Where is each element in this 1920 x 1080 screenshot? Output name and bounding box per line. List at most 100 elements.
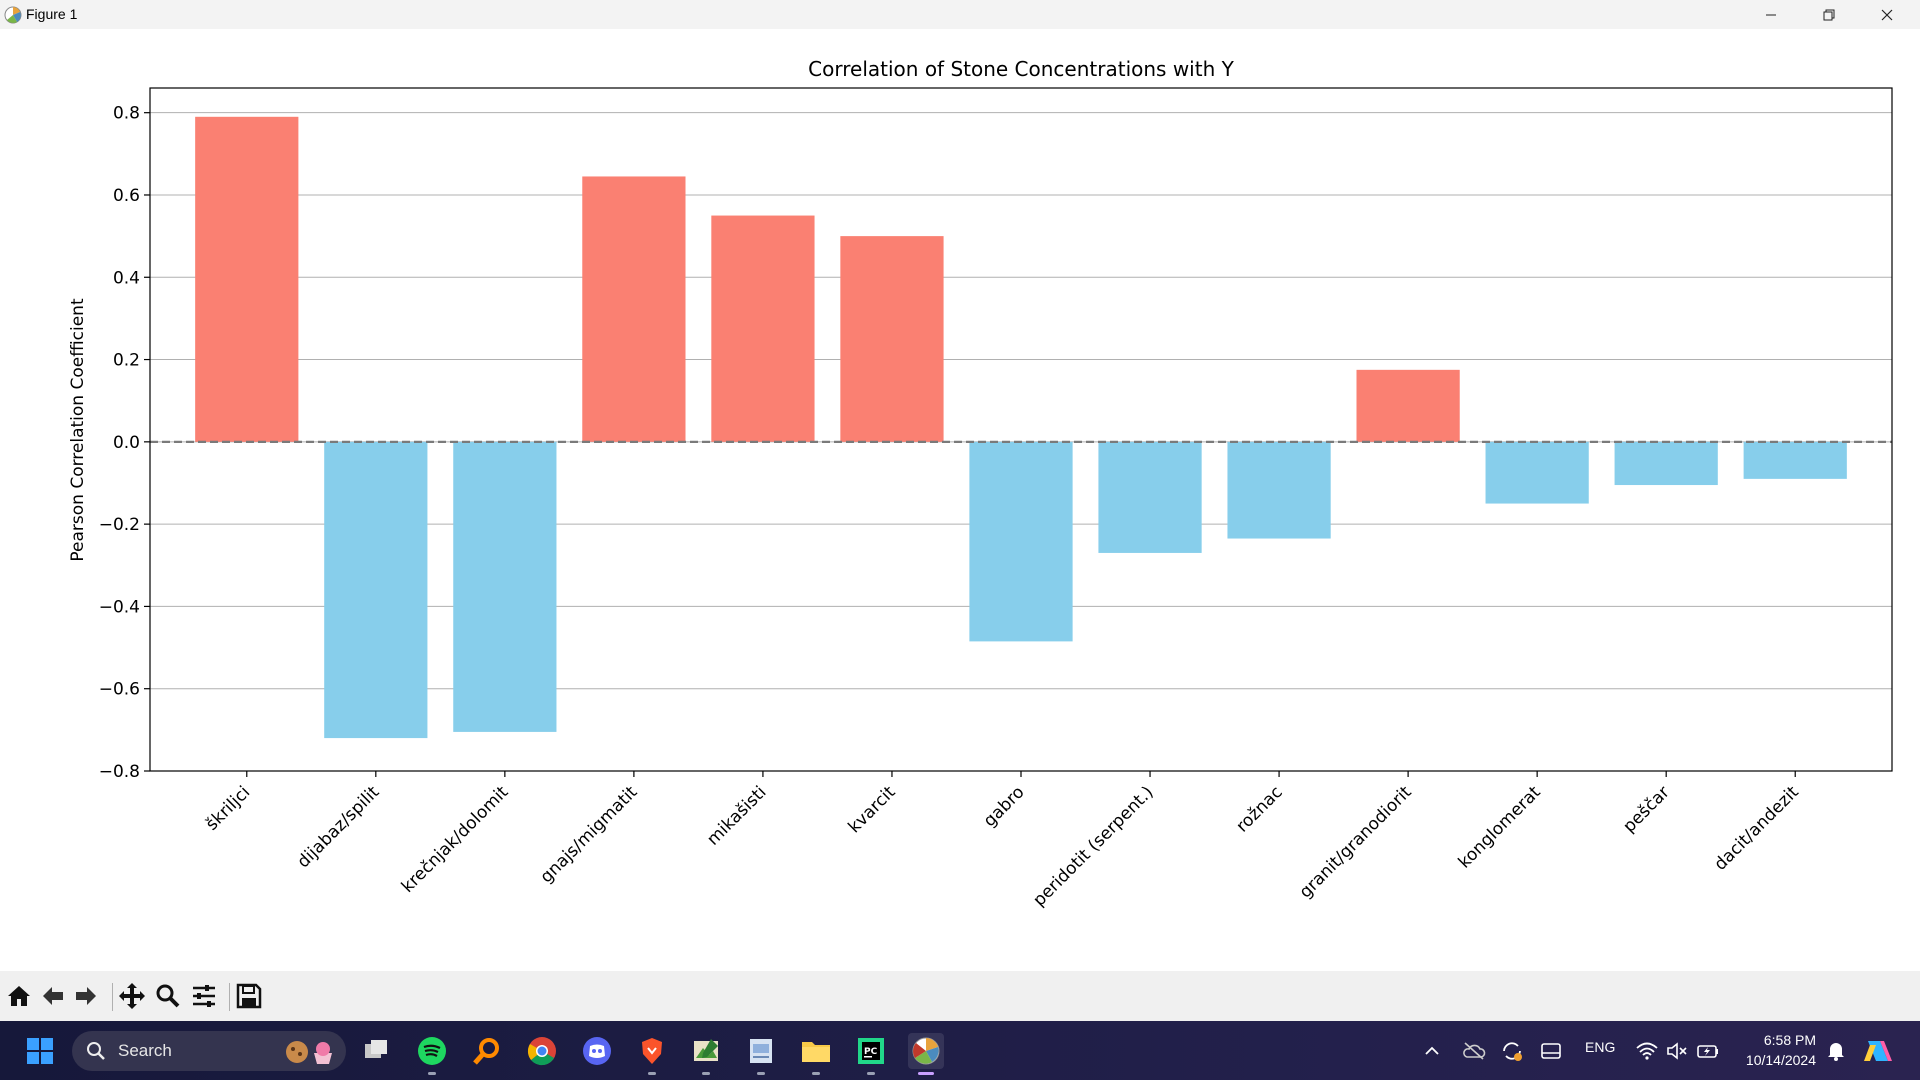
minimize-icon [1766, 14, 1776, 15]
windows-logo-icon [27, 1038, 53, 1064]
matplotlib-app-icon [4, 6, 22, 24]
taskbar-file-explorer[interactable] [798, 1033, 834, 1075]
x-tick-label: dacit/andezit [1711, 782, 1803, 874]
toolbar-separator [112, 983, 113, 1011]
x-tick-label: konglomerat [1455, 782, 1545, 872]
x-tick-label: rožnac [1233, 782, 1287, 836]
bar [1743, 441, 1847, 479]
wifi-icon[interactable] [1636, 1041, 1658, 1061]
brave-icon [642, 1038, 662, 1064]
bar [969, 441, 1073, 642]
battery-charging-icon[interactable] [1696, 1041, 1720, 1061]
taskbar-brave[interactable] [634, 1033, 670, 1075]
window-title: Figure 1 [26, 6, 78, 22]
zoom-icon [156, 984, 180, 1008]
search-highlight-icon [286, 1041, 332, 1064]
bar [1227, 441, 1331, 539]
y-tick-label: −0.6 [99, 680, 140, 700]
home-button[interactable] [4, 981, 34, 1011]
close-icon [1881, 9, 1893, 20]
save-icon [236, 983, 262, 1009]
document-viewer-icon [750, 1039, 772, 1063]
svg-text:PC: PC [864, 1047, 878, 1057]
home-icon [8, 986, 30, 1006]
language-indicator[interactable]: ENG [1585, 1039, 1615, 1055]
tablet-mode-icon[interactable] [1540, 1041, 1562, 1061]
copilot-icon[interactable] [1862, 1035, 1894, 1067]
save-button[interactable] [234, 981, 264, 1011]
forward-button[interactable] [71, 981, 101, 1011]
matplotlib-icon [912, 1037, 940, 1065]
bar [195, 116, 299, 442]
search-placeholder: Search [118, 1041, 172, 1060]
bar [840, 236, 944, 442]
start-button[interactable] [22, 1033, 58, 1069]
x-tick-label: dijabaz/spilit [294, 782, 384, 872]
y-tick-label: −0.2 [99, 515, 140, 535]
x-tick-label: kvarcit [845, 782, 900, 837]
image-editor-icon [694, 1039, 718, 1061]
taskbar-search[interactable]: Search [72, 1031, 346, 1071]
x-tick-label: peščar [1619, 782, 1673, 836]
minimize-button[interactable] [1742, 0, 1800, 29]
y-tick-label: 0.6 [113, 186, 140, 206]
y-tick-label: 0.0 [113, 433, 140, 453]
figure-canvas: 0.8 0.6 0.4 0.2 0.0 −0.2 −0.4 −0.6 −0.8 škriljci… [0, 29, 1920, 971]
back-button[interactable] [38, 981, 68, 1011]
navigation-toolbar [0, 971, 1920, 1021]
taskbar-clock[interactable]: 6:58 PM 10/14/2024 [1726, 1030, 1816, 1070]
taskbar-search-app[interactable] [469, 1033, 505, 1069]
cloud-offline-icon[interactable] [1462, 1041, 1486, 1061]
pan-button[interactable] [117, 981, 147, 1011]
spotify-icon [418, 1037, 446, 1065]
task-view-icon [365, 1040, 387, 1058]
x-tick-label: krečnjak/dolomit [398, 782, 513, 897]
taskbar-chrome[interactable] [524, 1033, 560, 1069]
x-tick-label: gnajs/migmatit [536, 782, 641, 887]
x-tick-label: gabro [980, 782, 1029, 831]
y-tick-label: −0.4 [99, 597, 140, 617]
y-tick-label: −0.8 [99, 762, 140, 782]
x-tick-label: škriljci [202, 782, 254, 834]
taskbar-pycharm[interactable]: PC [853, 1033, 889, 1075]
taskbar-document-viewer[interactable] [743, 1033, 779, 1075]
y-tick-label: 0.4 [113, 268, 140, 288]
back-arrow-icon [43, 987, 63, 1005]
taskbar-task-view[interactable] [358, 1033, 394, 1069]
taskbar-matplotlib-figure[interactable] [908, 1033, 944, 1075]
clock-time: 6:58 PM [1763, 1032, 1816, 1048]
notification-bell-icon[interactable] [1826, 1040, 1846, 1062]
forward-arrow-icon [76, 987, 96, 1005]
discord-icon [583, 1037, 611, 1065]
toolbar-separator [229, 983, 230, 1011]
y-axis-label: Pearson Correlation Coefficient [68, 298, 88, 562]
y-tick-label: 0.8 [113, 104, 140, 124]
bar [1356, 369, 1460, 442]
configure-subplots-button[interactable] [189, 981, 219, 1011]
taskbar-discord[interactable] [579, 1033, 615, 1069]
bar [1614, 441, 1718, 486]
x-tick-label: granit/granodiorit [1296, 782, 1416, 902]
sync-icon[interactable] [1500, 1039, 1524, 1063]
x-tick-label: mikašisti [703, 782, 770, 849]
taskbar-image-editor[interactable] [688, 1033, 724, 1075]
y-tick-label: 0.2 [113, 351, 140, 371]
bar [324, 441, 428, 739]
zoom-button[interactable] [153, 981, 183, 1011]
chevron-up-icon[interactable] [1424, 1043, 1440, 1059]
restore-icon [1823, 9, 1835, 20]
bar-chart: 0.8 0.6 0.4 0.2 0.0 −0.2 −0.4 −0.6 −0.8 škriljci… [68, 57, 1893, 911]
bar [1485, 441, 1589, 504]
clock-date: 10/14/2024 [1745, 1052, 1816, 1068]
restore-button[interactable] [1800, 0, 1858, 29]
taskbar-spotify[interactable] [414, 1033, 450, 1075]
folder-icon [802, 1042, 830, 1062]
pycharm-icon: PC [858, 1038, 884, 1064]
bar [711, 215, 815, 442]
chart-title: Correlation of Stone Concentrations with… [808, 57, 1234, 81]
windows-taskbar: Search PC ENG 6:58 PM 10/14/2024 [0, 1021, 1920, 1080]
volume-muted-icon[interactable] [1666, 1041, 1688, 1061]
close-button[interactable] [1858, 0, 1916, 29]
search-icon [87, 1042, 105, 1060]
chrome-icon [527, 1037, 556, 1066]
